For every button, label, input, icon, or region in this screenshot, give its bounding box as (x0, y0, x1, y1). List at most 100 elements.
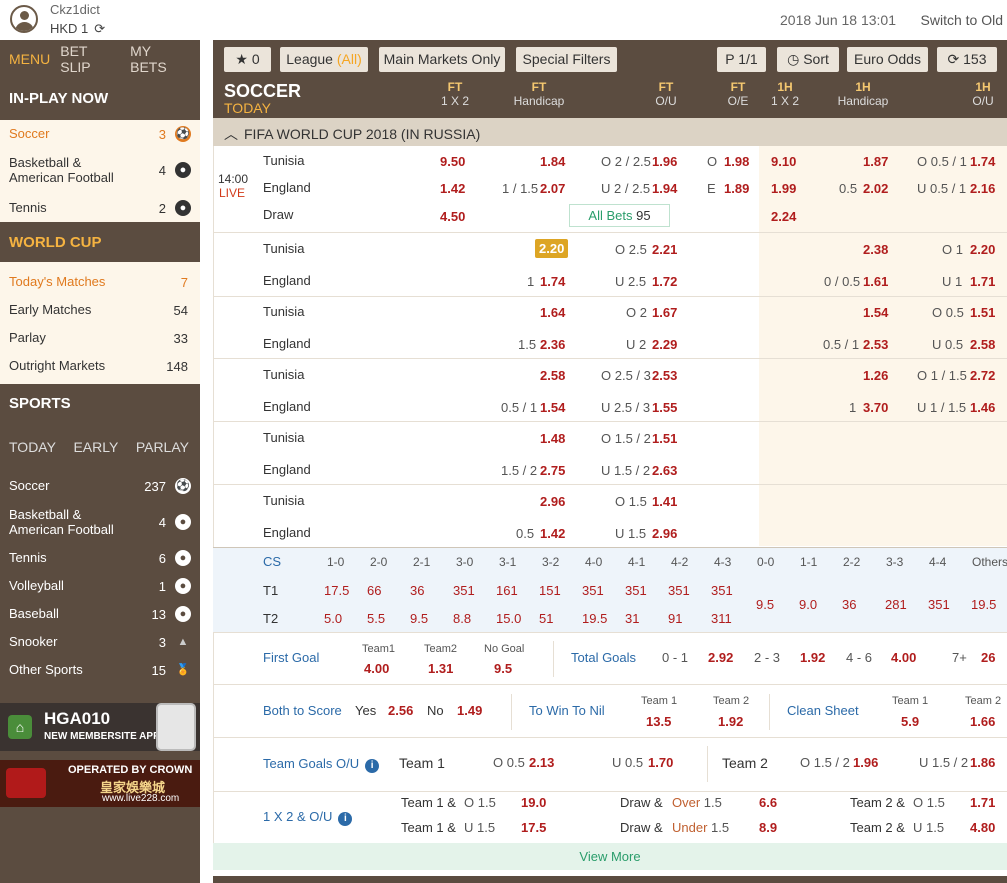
sidebar-item-other-sports[interactable]: Other Sports 15 🏅 (0, 656, 200, 688)
odds-fg-nogoal[interactable]: 9.5 (494, 661, 512, 676)
main-markets-button[interactable]: Main Markets Only (379, 47, 505, 72)
odds-tg[interactable]: 1.92 (800, 650, 825, 665)
odds-fg-team2[interactable]: 1.31 (428, 661, 453, 676)
odds-tg[interactable]: 26 (981, 650, 995, 665)
odds-tgou-o1[interactable]: 2.13 (529, 755, 554, 770)
odds-x2ou[interactable]: 4.80 (970, 820, 995, 835)
odds-cs-t2[interactable]: 31 (625, 611, 639, 626)
odds-cs-t1[interactable]: 161 (496, 583, 518, 598)
odds-1hou-over[interactable]: 2.20 (970, 242, 995, 257)
tab-today[interactable]: TODAY (9, 439, 56, 455)
odds-hdp-highlight[interactable]: 2.20 (535, 239, 569, 258)
special-filters-button[interactable]: Special Filters (516, 47, 617, 72)
odds-hdp-away[interactable]: 2.36 (540, 337, 565, 352)
odds-hdp-away[interactable]: 1.74 (540, 274, 565, 289)
odds-1hou-over[interactable]: 2.72 (970, 368, 995, 383)
odds-1hou-over[interactable]: 1.74 (970, 154, 995, 169)
avatar-icon[interactable] (10, 5, 38, 33)
sidebar-item-tennis-inplay[interactable]: Tennis 2 ● (0, 194, 200, 222)
odds-1hhdp-home[interactable]: 1.54 (863, 305, 888, 320)
tab-menu[interactable]: MENU (9, 51, 50, 67)
odds-cs-draw[interactable]: 351 (928, 597, 950, 612)
odds-ou-under[interactable]: 2.63 (652, 463, 677, 478)
sidebar-item-snooker[interactable]: Snooker 3 ▲ (0, 628, 200, 656)
odds-format-button[interactable]: Euro Odds (847, 47, 928, 72)
page-button[interactable]: P 1/1 (717, 47, 766, 72)
odds-1hhdp-home[interactable]: 1.87 (863, 154, 888, 169)
odds-ou-over[interactable]: 1.41 (652, 494, 677, 509)
odds-oe-even[interactable]: 1.89 (724, 181, 749, 196)
odds-cs-t2[interactable]: 91 (668, 611, 682, 626)
odds-wtn-team1[interactable]: 13.5 (646, 714, 671, 729)
odds-1h1x2-home[interactable]: 9.10 (771, 154, 796, 169)
odds-cs-t1[interactable]: 351 (668, 583, 690, 598)
odds-x2ou[interactable]: 8.9 (759, 820, 777, 835)
odds-cs-t2[interactable]: 8.8 (453, 611, 471, 626)
sidebar-item-volleyball[interactable]: Volleyball 1 ● (0, 572, 200, 600)
odds-cs-team1[interactable]: 5.9 (901, 714, 919, 729)
odds-hdp-away[interactable]: 1.54 (540, 400, 565, 415)
odds-hdp-home[interactable]: 1.84 (540, 154, 565, 169)
refresh-button[interactable]: ⟳ 153 (937, 47, 997, 72)
odds-ou-under[interactable]: 1.94 (652, 181, 677, 196)
odds-x2ou[interactable]: 17.5 (521, 820, 546, 835)
league-filter-button[interactable]: League (All) (280, 47, 368, 72)
odds-cs-t1[interactable]: 351 (582, 583, 604, 598)
odds-cs-t1[interactable]: 66 (367, 583, 381, 598)
odds-cs-t1[interactable]: 17.5 (324, 583, 349, 598)
odds-ft1x2-draw[interactable]: 4.50 (440, 209, 465, 224)
odds-bts-yes[interactable]: 2.56 (388, 703, 413, 718)
odds-tg[interactable]: 4.00 (891, 650, 916, 665)
odds-hdp-home[interactable]: 1.64 (540, 305, 565, 320)
sidebar-item-basketball-inplay[interactable]: Basketball & American Football 4 ● (0, 148, 200, 194)
view-more-button[interactable]: View More (213, 843, 1007, 870)
odds-hdp-home[interactable]: 1.48 (540, 431, 565, 446)
odds-cs-t1[interactable]: 351 (625, 583, 647, 598)
odds-cs-t1[interactable]: 36 (410, 583, 424, 598)
sidebar-item-outright[interactable]: Outright Markets 148 (0, 352, 200, 380)
odds-x2ou[interactable]: 6.6 (759, 795, 777, 810)
odds-x2ou[interactable]: 19.0 (521, 795, 546, 810)
odds-ou-over[interactable]: 1.51 (652, 431, 677, 446)
odds-tgou-u1[interactable]: 1.70 (648, 755, 673, 770)
odds-cs-t1[interactable]: 151 (539, 583, 561, 598)
odds-cs-t2[interactable]: 5.5 (367, 611, 385, 626)
odds-1hou-under[interactable]: 2.16 (970, 181, 995, 196)
odds-ou-under[interactable]: 2.96 (652, 526, 677, 541)
tab-early[interactable]: EARLY (73, 439, 118, 455)
all-bets-button[interactable]: All Bets 95 (569, 204, 670, 227)
sidebar-item-basketball[interactable]: Basketball & American Football 4 ● (0, 500, 200, 544)
odds-1h1x2-away[interactable]: 1.99 (771, 181, 796, 196)
odds-cs-t2[interactable]: 19.5 (582, 611, 607, 626)
odds-cs-t2[interactable]: 51 (539, 611, 553, 626)
odds-wtn-team2[interactable]: 1.92 (718, 714, 743, 729)
odds-1h1x2-draw[interactable]: 2.24 (771, 209, 796, 224)
odds-cs-t2[interactable]: 311 (711, 611, 732, 626)
odds-cs-draw[interactable]: 36 (842, 597, 856, 612)
odds-cs-team2[interactable]: 1.66 (970, 714, 995, 729)
odds-cs-draw[interactable]: 9.5 (756, 597, 774, 612)
odds-hdp-home[interactable]: 2.58 (540, 368, 565, 383)
odds-tgou-u2[interactable]: 1.86 (970, 755, 995, 770)
favorites-button[interactable]: ★ 0 (224, 47, 271, 72)
odds-x2ou[interactable]: 1.71 (970, 795, 995, 810)
sidebar-item-parlay[interactable]: Parlay 33 (0, 324, 200, 352)
odds-1hhdp-home[interactable]: 2.38 (863, 242, 888, 257)
switch-to-old-link[interactable]: Switch to Old (921, 12, 1003, 28)
odds-fg-team1[interactable]: 4.00 (364, 661, 389, 676)
odds-bts-no[interactable]: 1.49 (457, 703, 482, 718)
odds-cs-t1[interactable]: 351 (453, 583, 475, 598)
odds-ou-over[interactable]: 1.67 (652, 305, 677, 320)
league-header[interactable]: ︿ FIFA WORLD CUP 2018 (IN RUSSIA) (213, 118, 1007, 146)
odds-hdp-away[interactable]: 2.07 (540, 181, 565, 196)
odds-cs-t2[interactable]: 5.0 (324, 611, 342, 626)
crown-banner[interactable]: OPERATED BY CROWN 皇家娛樂城 www.live228.com (0, 760, 200, 807)
odds-ou-under[interactable]: 2.29 (652, 337, 677, 352)
info-icon[interactable]: i (338, 812, 353, 826)
odds-1hhdp-home[interactable]: 1.26 (863, 368, 888, 383)
odds-1hou-under[interactable]: 1.46 (970, 400, 995, 415)
next-league-header[interactable]: FIFA WORLD CUP 2018 (IN RUSSIA) - PLAYER… (213, 876, 1007, 883)
odds-hdp-home[interactable]: 2.96 (540, 494, 565, 509)
odds-ft1x2-away[interactable]: 1.42 (440, 181, 465, 196)
tab-bet-slip[interactable]: BET SLIP (60, 43, 120, 75)
